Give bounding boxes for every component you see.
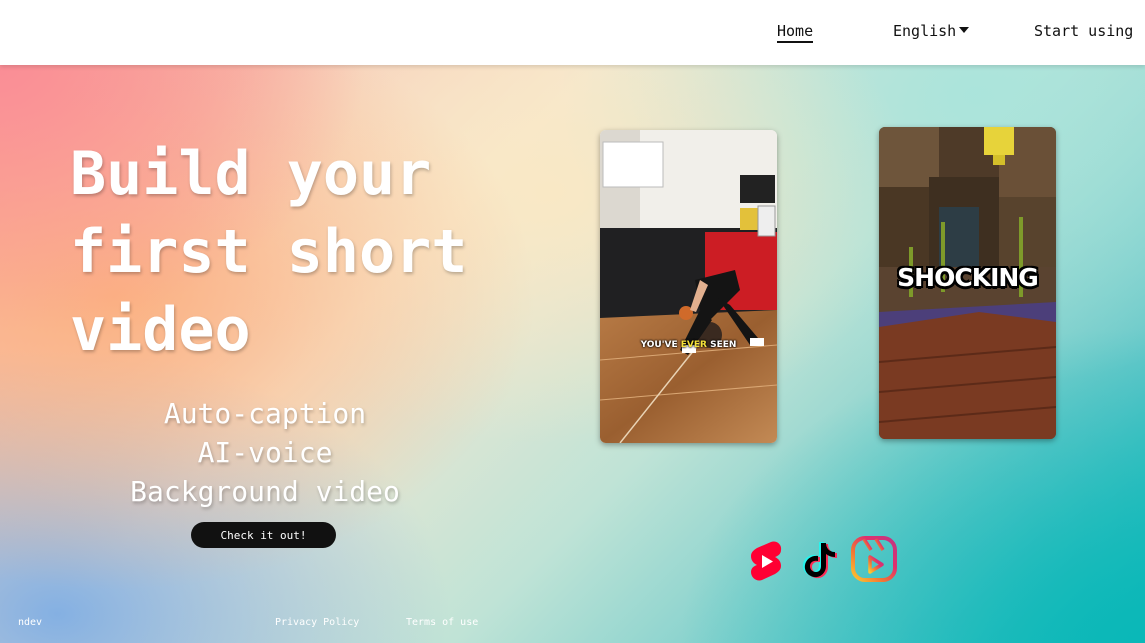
caption-text: SEEN (706, 340, 737, 350)
tiktok-icon[interactable] (802, 540, 838, 580)
privacy-policy-link[interactable]: Privacy Policy (275, 617, 359, 628)
language-label: English (893, 22, 957, 40)
feature-list: Auto-caption AI-voice Background video (70, 394, 460, 511)
feature-background-video: Background video (130, 475, 400, 508)
instagram-reels-icon[interactable] (850, 535, 898, 583)
headline-line: first short (70, 217, 468, 287)
feature-auto-caption: Auto-caption (163, 397, 367, 430)
caption-highlight: EVER (680, 340, 707, 350)
video-caption: SHOCKING (897, 263, 1039, 292)
video-preview-basketball[interactable]: YOU'VE EVER SEEN (600, 130, 777, 443)
headline-line: Build your (70, 139, 432, 209)
terms-of-use-link[interactable]: Terms of use (406, 617, 478, 628)
nav-home-link[interactable]: Home (777, 22, 814, 43)
top-navigation-bar: Home English Start using (0, 0, 1145, 65)
check-it-out-button[interactable]: Check it out! (191, 522, 336, 548)
basketball-scene-image (600, 130, 777, 443)
video-caption: YOU'VE EVER SEEN (600, 340, 777, 350)
feature-ai-voice: AI-voice (197, 436, 333, 469)
video-preview-minecraft[interactable]: SHOCKING (879, 127, 1056, 439)
caret-down-icon (959, 26, 970, 33)
youtube-shorts-icon[interactable] (750, 541, 782, 581)
headline-line: video (70, 295, 251, 365)
language-dropdown[interactable]: English (893, 22, 970, 40)
start-using-link[interactable]: Start using (1034, 22, 1133, 40)
footer-brand: ndev (18, 617, 43, 628)
caption-text: YOU'VE (640, 340, 681, 350)
hero-headline: Build your first short video (70, 135, 550, 369)
